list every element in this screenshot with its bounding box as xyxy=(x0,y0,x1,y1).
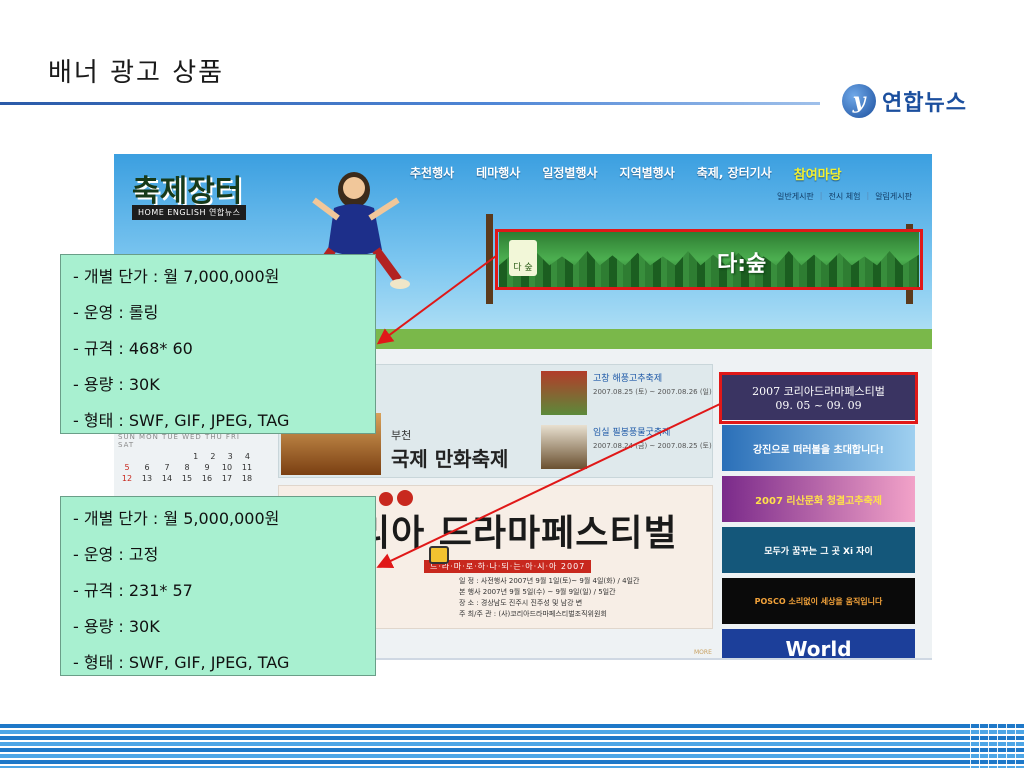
nav-region[interactable]: 지역별행사 xyxy=(620,164,675,183)
spec-operation: - 운영 : 롤링 xyxy=(73,303,159,322)
calendar-row: 12 13 14 15 16 17 18 xyxy=(118,474,256,483)
drama-subtitle: 드·라·마·로·하·나·되·는·아·시·아 2007 xyxy=(424,560,592,573)
spec-price: - 개별 단가 : 월 7,000,000원 xyxy=(73,267,280,286)
calendar-day[interactable]: 8 xyxy=(178,463,196,472)
main-nav: 추천행사 테마행사 일정별행사 지역별행사 축제, 장터기사 참여마당 xyxy=(410,164,842,183)
event-thumbnail xyxy=(541,425,587,469)
event-date: 2007.08.25 (토) ~ 2007.08.26 (일) xyxy=(593,388,712,396)
event-thumbnail xyxy=(541,371,587,415)
spec-capacity: - 용량 : 30K xyxy=(73,375,160,394)
drama-info-line: 일 정 : 사전행사 2007년 9월 1일(토)~ 9월 4일(화) / 4일… xyxy=(459,577,640,585)
slide-title: 배너 광고 상품 xyxy=(48,58,225,88)
right-banner-pepper[interactable]: 2007 리산문화 청결고추축제 xyxy=(722,476,915,522)
festival-city: 부천 xyxy=(391,429,412,442)
calendar-day[interactable]: 11 xyxy=(238,463,256,472)
subnav-separator: | xyxy=(866,191,870,200)
spec-callout-top: - 개별 단가 : 월 7,000,000원 - 운영 : 롤링 - 규격 : … xyxy=(60,254,376,434)
calendar-day[interactable]: 6 xyxy=(138,463,156,472)
mini-calendar: SUN MON TUE WED THU FRI SAT 1 2 3 4 5 6 … xyxy=(118,433,256,485)
spec-price: - 개별 단가 : 월 5,000,000원 xyxy=(73,509,280,528)
drama-title: 리아 드라마페스티벌 xyxy=(357,512,678,554)
title-rule xyxy=(0,102,820,105)
drama-info-line: 주 최/주 관 : (사)코리아드라마페스티벌조직위원회 xyxy=(459,610,607,618)
calendar-day[interactable]: 5 xyxy=(118,463,136,472)
footer-grid-pattern xyxy=(970,724,1024,768)
site-top-links[interactable]: HOME ENGLISH 연합뉴스 xyxy=(132,205,247,220)
calendar-day[interactable]: 1 xyxy=(187,452,204,461)
calendar-day[interactable]: 4 xyxy=(239,452,256,461)
spec-size: - 규격 : 468* 60 xyxy=(73,339,193,358)
site-logo[interactable]: 축제장터 xyxy=(132,166,242,210)
nav-schedule[interactable]: 일정별행사 xyxy=(542,164,597,183)
spec-format: - 형태 : SWF, GIF, JPEG, TAG xyxy=(73,411,290,430)
nav-participate[interactable]: 참여마당 xyxy=(794,164,842,183)
drama-info-line: 장 소 : 경상남도 진주시 진주성 및 남강 변 xyxy=(459,599,583,607)
sub-nav: 일반게시판 | 전시 체험 | 알림게시판 xyxy=(777,191,912,202)
nav-recommended[interactable]: 추천행사 xyxy=(410,164,454,183)
calendar-day[interactable]: 10 xyxy=(218,463,236,472)
calendar-day[interactable]: 13 xyxy=(138,474,156,483)
event-item[interactable]: 고창 해풍고추축제 2007.08.25 (토) ~ 2007.08.26 (일… xyxy=(541,371,712,415)
event-date: 2007.08.24 (금) ~ 2007.08.25 (토) xyxy=(593,442,712,450)
nav-theme[interactable]: 테마행사 xyxy=(476,164,520,183)
calendar-row: 1 2 3 4 xyxy=(118,452,256,461)
spec-size: - 규격 : 231* 57 xyxy=(73,581,193,600)
event-item[interactable]: 임실 필봉풍물굿축제 2007.08.24 (금) ~ 2007.08.25 (… xyxy=(541,425,712,469)
right-banner-xi[interactable]: 모두가 꿈꾸는 그 곳 Xi 자이 xyxy=(722,527,915,573)
spec-operation: - 운영 : 고정 xyxy=(73,545,159,564)
yonhap-logo-mark: y xyxy=(842,84,876,118)
calendar-day[interactable]: 3 xyxy=(222,452,239,461)
calendar-day[interactable]: 12 xyxy=(118,474,136,483)
calendar-day[interactable]: 17 xyxy=(218,474,236,483)
calendar-day[interactable]: 7 xyxy=(158,463,176,472)
footer-stripe-band xyxy=(0,724,1024,768)
highlight-box-top-banner xyxy=(495,229,923,290)
spec-callout-bottom: - 개별 단가 : 월 5,000,000원 - 운영 : 고정 - 규격 : … xyxy=(60,496,376,676)
yonhap-logo-text: 연합뉴스 xyxy=(882,91,967,116)
highlight-box-side-banner xyxy=(719,372,918,424)
subnav-exhibit[interactable]: 전시 체험 xyxy=(829,191,861,202)
calendar-day[interactable]: 16 xyxy=(198,474,216,483)
right-banner-gangjin[interactable]: 강진으로 떠러볼을 초대합니다! xyxy=(722,425,915,471)
more-link[interactable]: MORE xyxy=(694,649,712,656)
calendar-day[interactable]: 2 xyxy=(204,452,221,461)
subnav-board[interactable]: 일반게시판 xyxy=(777,191,814,202)
spec-format: - 형태 : SWF, GIF, JPEG, TAG xyxy=(73,653,290,672)
right-banner-world[interactable]: World xyxy=(722,629,915,658)
calendar-day[interactable]: 15 xyxy=(178,474,196,483)
spec-capacity: - 용량 : 30K xyxy=(73,617,160,636)
festival-name[interactable]: 국제 만화축제 xyxy=(391,443,508,472)
subnav-separator: | xyxy=(819,191,823,200)
calendar-row: 5 6 7 8 9 10 11 xyxy=(118,463,256,472)
totem-post-left xyxy=(486,214,493,304)
right-banner-posco[interactable]: POSCO 소리없이 세상을 움직입니다 xyxy=(722,578,915,624)
event-name[interactable]: 임실 필봉풍물굿축제 xyxy=(593,425,712,438)
tv-icon xyxy=(429,546,449,564)
event-name[interactable]: 고창 해풍고추축제 xyxy=(593,371,712,384)
yonhap-logo: y 연합뉴스 xyxy=(842,84,967,118)
drama-info-line: 본 행사 2007년 9월 5일(수) ~ 9월 9일(일) / 5일간 xyxy=(459,588,616,596)
calendar-day[interactable]: 14 xyxy=(158,474,176,483)
calendar-day[interactable]: 18 xyxy=(238,474,256,483)
subnav-notice[interactable]: 알림게시판 xyxy=(875,191,912,202)
calendar-day[interactable]: 9 xyxy=(198,463,216,472)
nav-news[interactable]: 축제, 장터기사 xyxy=(697,164,772,183)
